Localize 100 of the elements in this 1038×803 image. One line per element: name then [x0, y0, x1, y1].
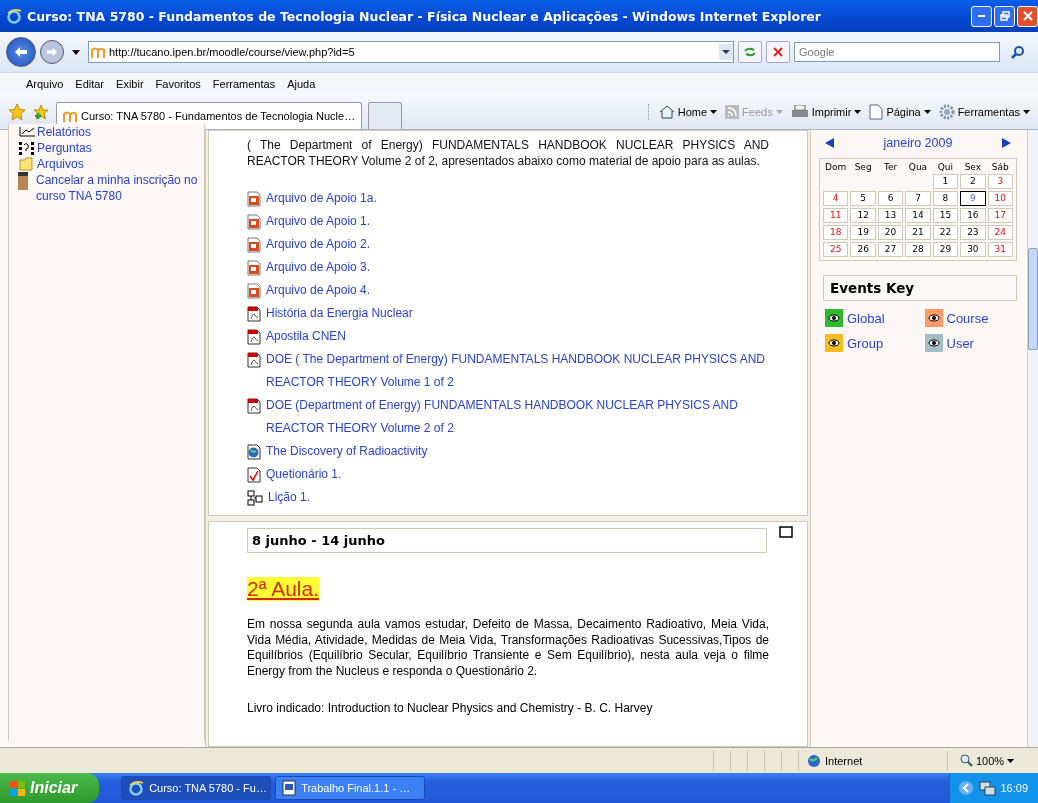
resource-link[interactable]: The Discovery of Radioactivity: [266, 440, 428, 463]
calendar-day[interactable]: 8: [932, 191, 959, 206]
resource-link[interactable]: Arquivo de Apoio 2.: [266, 233, 371, 256]
calendar-day[interactable]: 18: [823, 225, 849, 240]
scrollbar[interactable]: [1027, 130, 1038, 747]
sidebar-link[interactable]: Perguntas: [37, 140, 92, 156]
resource-link[interactable]: DOE (Department of Energy) FUNDAMENTALS HANDBOOK NUCLEAR PHYSICS AND REACTOR THEORY Volume 2 of 2: [266, 394, 769, 440]
weekday-label: Qui: [936, 162, 955, 172]
calendar-day[interactable]: 29: [932, 242, 959, 257]
toolbar-button[interactable]: Imprimir: [790, 103, 862, 120]
close-icon: [1022, 11, 1033, 21]
calendar-day[interactable]: 31: [987, 242, 1013, 257]
resource-link[interactable]: Arquivo de Apoio 4.: [266, 279, 371, 302]
calendar-day[interactable]: 4: [823, 191, 849, 206]
calendar-day[interactable]: 25: [823, 242, 849, 257]
calendar-day[interactable]: 11: [823, 208, 849, 223]
slides-file-icon: [247, 237, 261, 253]
calendar-day[interactable]: 17: [987, 208, 1013, 223]
taskbar-button[interactable]: Trabalho Final.1.1 - …: [275, 776, 426, 800]
month-link[interactable]: janeiro 2009: [883, 136, 953, 150]
toolbar-button[interactable]: Ferramentas: [938, 103, 1030, 120]
zoom-control[interactable]: 100%: [947, 750, 1032, 771]
menu-item[interactable]: Ajuda: [281, 77, 322, 90]
toolbar-button[interactable]: Página: [869, 103, 931, 120]
star-icon[interactable]: [8, 102, 26, 121]
calendar-day[interactable]: 23: [960, 225, 986, 240]
calendar-day[interactable]: 24: [987, 225, 1013, 240]
history-dropdown-icon[interactable]: [72, 49, 80, 55]
resource-link[interactable]: Arquivo de Apoio 3.: [266, 256, 371, 279]
minimize-button[interactable]: [971, 5, 992, 27]
event-type-link[interactable]: Global: [847, 310, 885, 326]
next-month-icon[interactable]: [1001, 138, 1011, 148]
menu-item[interactable]: Arquivo: [20, 77, 70, 90]
stop-button[interactable]: [766, 41, 790, 63]
event-type-link[interactable]: Course: [946, 310, 989, 326]
calendar-day[interactable]: 30: [960, 242, 986, 257]
add-favorite-icon[interactable]: [32, 102, 50, 121]
dropdown-icon[interactable]: [719, 44, 733, 60]
calendar-day[interactable]: 12: [850, 208, 876, 223]
back-button[interactable]: [6, 37, 36, 67]
taskbar-button[interactable]: Curso: TNA 5780 - Fu…: [121, 776, 272, 800]
resource-link[interactable]: História da Energia Nuclear: [266, 302, 413, 325]
resource-link[interactable]: Apostila CNEN: [266, 325, 347, 348]
previous-month-icon[interactable]: [825, 138, 835, 148]
calendar-day[interactable]: 27: [877, 242, 904, 257]
eye-swatch-icon[interactable]: [825, 334, 843, 352]
calendar-day[interactable]: 9: [960, 191, 986, 206]
resource-link[interactable]: Lição 1.: [268, 486, 311, 509]
highlight-checkbox-icon[interactable]: [779, 526, 793, 538]
menu-item[interactable]: Exibir: [110, 77, 150, 90]
lesson-title: 2ª Aula.: [247, 577, 319, 601]
network-icon[interactable]: [978, 780, 997, 796]
weekday-label: Dom: [824, 162, 848, 172]
globe-icon: [807, 753, 821, 768]
resource-link[interactable]: DOE ( The Department of Energy) FUNDAMENTALS HANDBOOK NUCLEAR PHYSICS AND REACTOR THEORY Volume 1 of 2: [266, 348, 769, 394]
weekday-label: Qua: [907, 162, 929, 172]
calendar-day[interactable]: 19: [850, 225, 876, 240]
calendar-day[interactable]: 6: [877, 191, 904, 206]
resource-link[interactable]: Quetionário 1.: [266, 463, 342, 486]
eye-swatch-icon[interactable]: [924, 309, 943, 327]
calendar-day[interactable]: 16: [960, 208, 986, 223]
eye-swatch-icon[interactable]: [825, 309, 843, 327]
calendar-day[interactable]: 7: [905, 191, 931, 206]
calendar-day[interactable]: 14: [905, 208, 931, 223]
calendar-day[interactable]: 10: [987, 191, 1013, 206]
calendar-day[interactable]: 1: [932, 174, 959, 189]
calendar-day[interactable]: 22: [932, 225, 959, 240]
page-icon: [869, 103, 884, 120]
scrollbar-thumb[interactable]: [1028, 248, 1038, 350]
calendar-day[interactable]: 2: [960, 174, 986, 189]
menu-item[interactable]: Favoritos: [149, 77, 207, 90]
calendar-day[interactable]: 13: [877, 208, 904, 223]
calendar-day[interactable]: 5: [850, 191, 876, 206]
address-field[interactable]: http://tucano.ipen.br/moodle/course/view.php?id=5: [88, 41, 734, 63]
checkmark-page-icon: [247, 467, 261, 483]
resource-link[interactable]: Arquivo de Apoio 1a.: [266, 187, 377, 210]
event-type-link[interactable]: User: [946, 335, 974, 351]
calendar-day[interactable]: 26: [850, 242, 876, 257]
resource-link[interactable]: Arquivo de Apoio 1.: [266, 210, 371, 233]
menu-item[interactable]: Editar: [69, 77, 111, 90]
refresh-button[interactable]: [738, 41, 762, 63]
calendar-day[interactable]: 20: [877, 225, 904, 240]
caret-icon: [1023, 109, 1030, 114]
menu-item[interactable]: Ferramentas: [206, 77, 282, 90]
calendar-day[interactable]: 3: [987, 174, 1013, 189]
forward-button[interactable]: [40, 40, 64, 64]
sidebar-link[interactable]: Arquivos: [37, 156, 84, 172]
pdf-file-icon: [247, 398, 261, 414]
calendar-day[interactable]: 15: [932, 208, 959, 223]
calendar-day[interactable]: 28: [905, 242, 931, 257]
chevron-left-icon[interactable]: [958, 780, 975, 796]
eye-swatch-icon[interactable]: [924, 334, 943, 352]
event-type-link[interactable]: Group: [847, 335, 884, 351]
calendar-day[interactable]: 21: [905, 225, 931, 240]
minimize-icon: [978, 15, 985, 17]
toolbar-button[interactable]: Home: [658, 103, 718, 120]
search-field[interactable]: Google: [794, 42, 1000, 62]
restore-button[interactable]: [994, 5, 1015, 27]
sidebar-link[interactable]: Cancelar a minha inscrição no curso TNA 5780: [36, 172, 200, 204]
close-button[interactable]: [1017, 5, 1038, 27]
